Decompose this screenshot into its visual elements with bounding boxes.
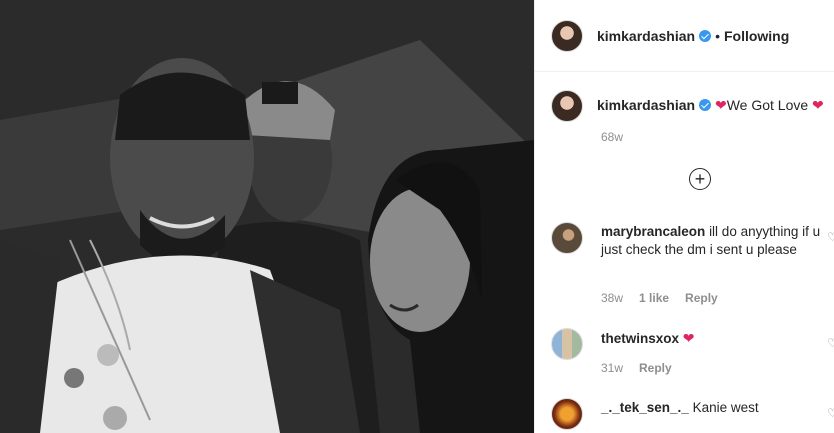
heart-emoji-icon: ❤ [714, 97, 727, 113]
comment-item: thetwinsxox ❤ [551, 328, 834, 360]
heart-emoji-icon: ❤ [682, 330, 695, 346]
reply-button[interactable]: Reply [639, 361, 672, 375]
caption-timestamp[interactable]: 68w [601, 130, 623, 144]
caption: kimkardashian ❤We Got Love ❤ [551, 90, 834, 122]
commenter-avatar[interactable] [551, 328, 583, 360]
comment-item: _._tek_sen_._ Kanie west [551, 398, 834, 430]
verified-badge-icon [699, 29, 712, 42]
comment-item: marybrancaleon ill do anyything if u jus… [551, 222, 834, 259]
comment-timestamp[interactable]: 31w [601, 361, 623, 375]
reply-button[interactable]: Reply [685, 291, 718, 305]
post-photo[interactable] [0, 0, 534, 433]
comment-username[interactable]: thetwinsxox [601, 331, 679, 346]
caption-verified-badge-icon [699, 99, 712, 111]
heart-outline-icon[interactable]: ♡ [827, 230, 834, 244]
comment-body: _._tek_sen_._ Kanie west [601, 398, 759, 417]
header-separator: • [715, 27, 720, 44]
heart-outline-icon[interactable]: ♡ [827, 336, 834, 350]
caption-avatar[interactable] [551, 90, 583, 122]
commenter-avatar[interactable] [551, 222, 583, 254]
comment-timestamp[interactable]: 38w [601, 291, 623, 305]
comment-username[interactable]: _._tek_sen_._ [601, 400, 689, 415]
caption-body: We Got Love [726, 97, 809, 113]
following-button[interactable]: Following [724, 28, 789, 44]
commenter-avatar[interactable] [551, 398, 583, 430]
author-avatar[interactable] [551, 19, 583, 52]
comment-meta: 38w 1 like Reply [601, 291, 718, 305]
author-username[interactable]: kimkardashian [597, 28, 695, 44]
plus-circle-icon[interactable]: + [689, 168, 711, 190]
comment-username[interactable]: marybrancaleon [601, 224, 705, 239]
comment-body: thetwinsxox ❤ [601, 328, 695, 348]
post-header: kimkardashian • Following [535, 0, 834, 72]
caption-text-line: kimkardashian ❤We Got Love ❤ [597, 90, 824, 114]
comment-text: Kanie west [692, 400, 759, 415]
heart-outline-icon[interactable]: ♡ [827, 406, 834, 420]
comment-meta: 31w Reply [601, 361, 672, 375]
comment-likes[interactable]: 1 like [639, 291, 669, 305]
post-side-panel: kimkardashian • Following kimkardashian … [534, 0, 834, 433]
photo-illustration [0, 0, 534, 433]
comment-body: marybrancaleon ill do anyything if u jus… [601, 222, 821, 259]
caption-username[interactable]: kimkardashian [597, 97, 695, 113]
heart-emoji-icon: ❤ [812, 97, 824, 113]
